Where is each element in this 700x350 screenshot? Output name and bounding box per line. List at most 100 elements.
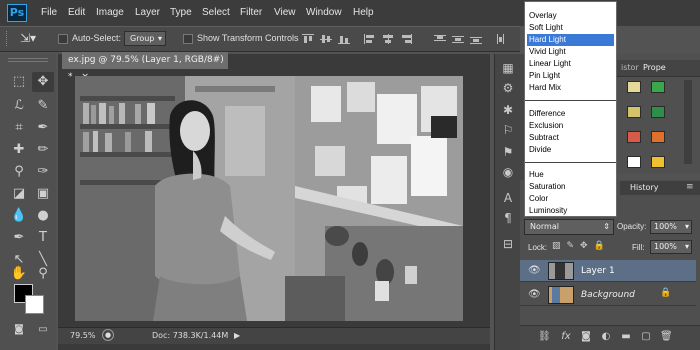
brush-presets-icon[interactable]: ⚐ — [500, 122, 516, 138]
layer-name[interactable]: Background — [581, 290, 635, 300]
blend-option[interactable]: Hue — [527, 169, 614, 181]
swatch[interactable] — [651, 131, 665, 143]
blur-tool-icon[interactable]: 💧 — [8, 206, 30, 226]
brush-panel-icon[interactable]: ✱ — [500, 102, 516, 118]
channels-panel-icon[interactable]: ◉ — [500, 164, 516, 180]
history-brush-tool-icon[interactable]: ✑ — [32, 162, 54, 182]
hand-tool-icon[interactable]: ✋ — [8, 264, 30, 284]
align-hcenter-icon[interactable] — [382, 34, 394, 44]
fx-icon[interactable]: fx — [560, 331, 572, 343]
eyedropper-tool-icon[interactable]: ✒ — [32, 118, 54, 138]
blend-option[interactable]: Color — [527, 193, 614, 205]
align-vcenter-icon[interactable] — [320, 34, 332, 44]
marquee-tool-icon[interactable]: ⬚ — [8, 72, 30, 92]
adjustment-layer-icon[interactable]: ◐ — [600, 331, 612, 343]
blend-option[interactable]: Difference — [527, 108, 614, 120]
zoom-level[interactable]: 79.5% — [70, 331, 95, 340]
swatch[interactable] — [651, 106, 665, 118]
align-bottom-icon[interactable] — [338, 34, 350, 44]
menu-image[interactable]: Image — [96, 0, 124, 26]
history-panel-icon[interactable]: ▦ — [500, 60, 516, 76]
opacity-field[interactable]: 100% ▾ — [650, 220, 692, 234]
menu-window[interactable]: Window — [306, 0, 342, 26]
brush-tool-icon[interactable]: ✏ — [32, 140, 54, 160]
layer-name[interactable]: Layer 1 — [581, 266, 615, 276]
adjustments-panel-icon[interactable]: ⚑ — [500, 144, 516, 160]
healing-brush-tool-icon[interactable]: ✚ — [8, 140, 30, 160]
swatch[interactable] — [627, 81, 641, 93]
blend-option[interactable]: Pin Light — [527, 70, 614, 82]
align-top-icon[interactable] — [302, 34, 314, 44]
blend-option[interactable]: Soft Light — [527, 22, 614, 34]
pen-tool-icon[interactable]: ✒ — [8, 228, 30, 248]
zoom-tool-icon[interactable]: ⚲ — [32, 264, 54, 284]
menu-file[interactable]: File — [41, 0, 57, 26]
blend-option[interactable]: Vivid Light — [527, 46, 614, 58]
clone-source-icon[interactable]: ⊟ — [500, 236, 516, 252]
dodge-tool-icon[interactable]: ● — [32, 206, 54, 226]
menu-help[interactable]: Help — [353, 0, 374, 26]
swatch[interactable] — [651, 156, 665, 168]
status-menu-icon[interactable]: ● — [102, 329, 114, 341]
panel-menu-icon[interactable]: ≡ — [686, 182, 694, 192]
paragraph-panel-icon[interactable]: ¶ — [500, 210, 516, 226]
blend-option[interactable]: Linear Light — [527, 58, 614, 70]
menu-filter[interactable]: Filter — [240, 0, 262, 26]
move-tool-icon[interactable]: ✥ — [32, 72, 54, 92]
new-layer-icon[interactable]: ▢ — [640, 331, 652, 343]
document-tab[interactable]: ex.jpg @ 79.5% (Layer 1, RGB/8#) * × — [62, 52, 228, 82]
background-color-swatch[interactable] — [25, 295, 44, 314]
lasso-tool-icon[interactable]: ℒ — [8, 96, 30, 116]
panel-grip[interactable] — [8, 58, 48, 62]
character-panel-icon[interactable]: A — [500, 190, 516, 206]
align-left-icon[interactable] — [364, 34, 376, 44]
swatch[interactable] — [627, 106, 641, 118]
blend-option[interactable]: Hard Mix — [527, 82, 614, 94]
clone-stamp-tool-icon[interactable]: ⚲ — [8, 162, 30, 182]
transform-controls-checkbox[interactable] — [183, 34, 193, 44]
menu-layer[interactable]: Layer — [135, 0, 160, 26]
visibility-eye-icon[interactable]: 👁 — [528, 265, 541, 277]
lock-options-icons[interactable]: ▨✎✥🔒 — [552, 241, 622, 253]
new-group-icon[interactable]: ▬ — [620, 331, 632, 343]
blend-option[interactable]: Luminosity — [527, 205, 614, 217]
menu-type[interactable]: Type — [170, 0, 192, 26]
link-layers-icon[interactable]: ⛓ — [538, 331, 551, 343]
distribute-top-icon[interactable] — [434, 34, 446, 44]
canvas-photo[interactable] — [75, 76, 463, 321]
quick-mask-icon[interactable]: ◙ — [8, 320, 30, 340]
quick-selection-tool-icon[interactable]: ✎ — [32, 96, 54, 116]
blend-option[interactable]: Subtract — [527, 132, 614, 144]
menu-view[interactable]: View — [274, 0, 296, 26]
visibility-eye-icon[interactable]: 👁 — [528, 289, 541, 301]
add-mask-icon[interactable]: ◙ — [580, 331, 592, 343]
blend-option[interactable]: Exclusion — [527, 120, 614, 132]
trash-icon[interactable]: 🗑 — [660, 331, 673, 343]
swatch[interactable] — [627, 131, 641, 143]
swatch[interactable] — [627, 156, 641, 168]
eraser-tool-icon[interactable]: ◪ — [8, 184, 30, 204]
tab-properties[interactable]: Prope — [643, 63, 666, 72]
tab-history[interactable]: History — [630, 183, 658, 192]
menu-edit[interactable]: Edit — [68, 0, 85, 26]
blend-option[interactable]: Overlay — [527, 10, 614, 22]
align-right-icon[interactable] — [400, 34, 412, 44]
menu-select[interactable]: Select — [202, 0, 230, 26]
fill-field[interactable]: 100% ▾ — [650, 240, 692, 254]
blend-option[interactable]: Divide — [527, 144, 614, 156]
distribute-left-icon[interactable] — [496, 34, 508, 44]
crop-tool-icon[interactable]: ⌗ — [8, 118, 30, 138]
distribute-bottom-icon[interactable] — [470, 34, 482, 44]
tab-history-partial[interactable]: istor — [621, 63, 639, 72]
status-expand-icon[interactable]: ▶ — [234, 331, 240, 340]
move-tool-preset-icon[interactable]: ⇲▾ — [20, 30, 42, 47]
blend-mode-dropdown[interactable]: Normal ⇕ — [524, 219, 614, 235]
swatch[interactable] — [651, 81, 665, 93]
screen-mode-icon[interactable]: ▭ — [32, 320, 54, 340]
type-tool-icon[interactable]: T — [32, 228, 54, 248]
swatches-scrollbar[interactable] — [684, 80, 692, 164]
blend-option-selected[interactable]: Hard Light — [527, 34, 614, 46]
auto-select-checkbox[interactable] — [58, 34, 68, 44]
blend-option[interactable]: Saturation — [527, 181, 614, 193]
gradient-tool-icon[interactable]: ▣ — [32, 184, 54, 204]
